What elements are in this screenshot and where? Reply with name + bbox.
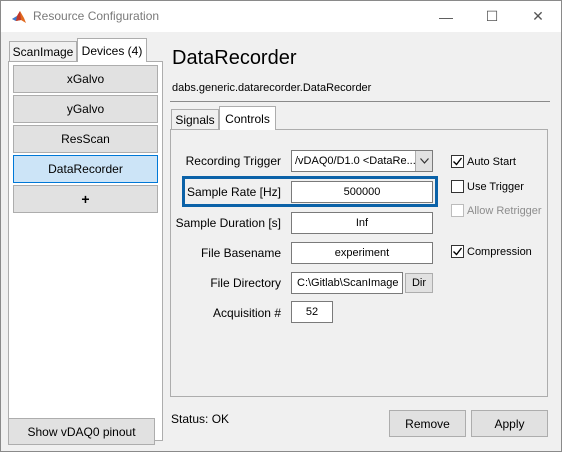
file-directory-field[interactable]: C:\Gitlab\ScanImage [291,272,403,294]
device-list: xGalvo yGalvo ResScan DataRecorder + [8,61,163,441]
acquisition-label: Acquisition # [212,306,281,320]
add-device-button[interactable]: + [13,185,158,213]
tab-controls[interactable]: Controls [219,106,276,130]
compression-checkbox[interactable] [451,245,464,258]
use-trigger-label[interactable]: Use Trigger [467,181,524,193]
chevron-down-icon[interactable] [415,151,432,171]
tab-signals[interactable]: Signals [171,109,219,130]
sample-duration-label: Sample Duration [s] [175,216,281,230]
device-button-datarecorder[interactable]: DataRecorder [13,155,158,183]
use-trigger-checkbox[interactable] [451,180,464,193]
file-directory-label: File Directory [210,276,281,290]
file-basename-label: File Basename [200,246,281,260]
auto-start-label[interactable]: Auto Start [467,156,516,168]
close-button[interactable]: ✕ [515,1,561,32]
device-title: DataRecorder [172,47,297,69]
matlab-icon [12,11,26,23]
device-detail-panel: DataRecorder dabs.generic.datarecorder.D… [164,38,559,451]
allow-retrigger-label[interactable]: Allow Retrigger [467,205,542,217]
resource-configuration-window: Resource Configuration — ☐ ✕ ScanImage D… [0,0,562,452]
maximize-button[interactable]: ☐ [469,1,515,32]
tab-devices[interactable]: Devices (4) [77,38,147,62]
dir-button[interactable]: Dir [405,273,433,293]
checkmark-icon [453,157,463,166]
recording-trigger-select[interactable]: /vDAQ0/D1.0 <DataRe... [291,150,433,172]
minimize-button[interactable]: — [423,1,469,32]
left-panel: ScanImage Devices (4) xGalvo yGalvo ResS… [5,38,163,451]
divider [170,101,550,102]
recording-trigger-value: /vDAQ0/D1.0 <DataRe... [295,155,416,167]
tab-scanimage[interactable]: ScanImage [9,41,77,62]
window-title: Resource Configuration [33,9,160,23]
file-basename-field[interactable]: experiment [291,242,433,264]
auto-start-checkbox[interactable] [451,155,464,168]
status-text: Status: OK [171,412,230,426]
apply-button[interactable]: Apply [471,410,548,437]
sample-rate-label: Sample Rate [Hz] [186,185,281,199]
allow-retrigger-checkbox[interactable] [451,204,464,217]
remove-button[interactable]: Remove [389,410,466,437]
device-button-ygalvo[interactable]: yGalvo [13,95,158,123]
show-pinout-button[interactable]: Show vDAQ0 pinout [8,418,155,445]
controls-panel: Recording Trigger /vDAQ0/D1.0 <DataRe...… [170,129,548,397]
device-button-resscan[interactable]: ResScan [13,125,158,153]
sample-rate-field[interactable]: 500000 [291,181,433,203]
title-bar[interactable]: Resource Configuration — ☐ ✕ [1,1,561,32]
recording-trigger-label: Recording Trigger [185,154,281,168]
sample-duration-field[interactable]: Inf [291,212,433,234]
device-class-name: dabs.generic.datarecorder.DataRecorder [172,82,372,94]
checkmark-icon [453,247,463,256]
compression-label[interactable]: Compression [467,246,532,258]
device-button-xgalvo[interactable]: xGalvo [13,65,158,93]
acquisition-field[interactable]: 52 [291,301,333,323]
